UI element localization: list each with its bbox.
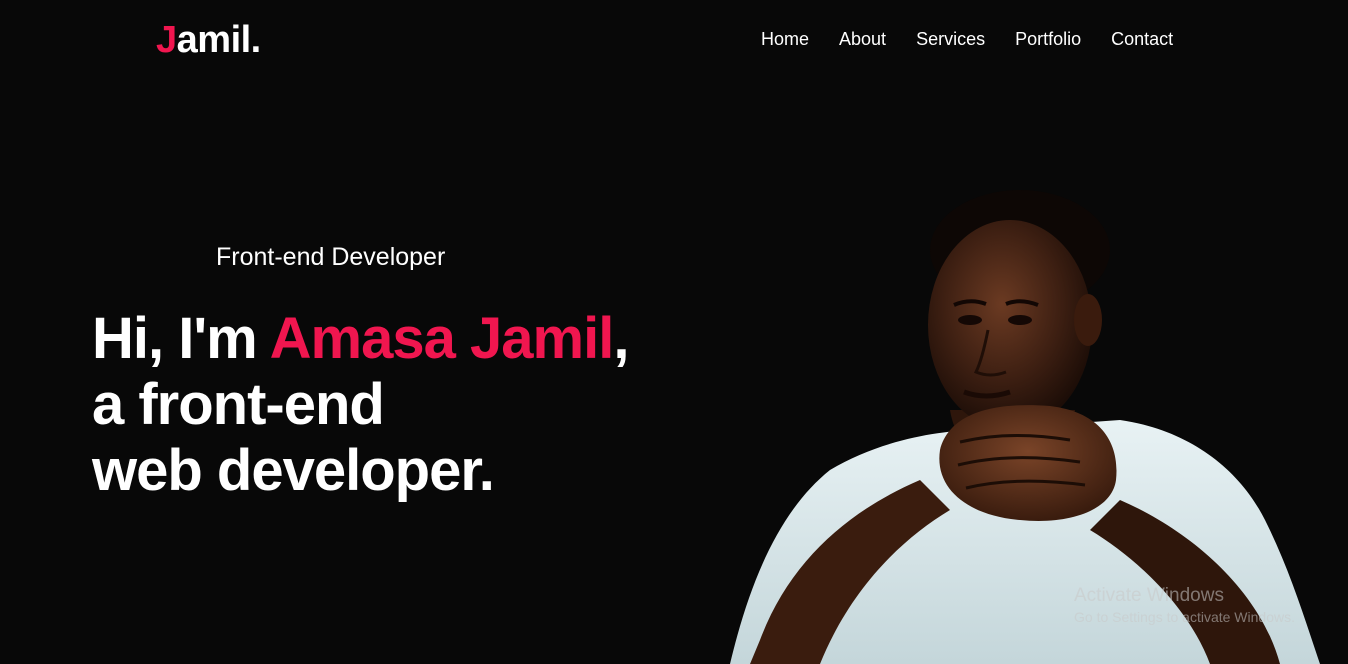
headline-line-3: web developer. — [92, 438, 495, 503]
nav-portfolio-link[interactable]: Portfolio — [1015, 28, 1081, 50]
logo-text: amil. — [176, 19, 262, 61]
nav-about-link[interactable]: About — [839, 28, 886, 50]
headline-prefix: Hi, I'm — [92, 306, 270, 371]
headline-name: Amasa Jamil — [269, 306, 615, 371]
logo-initial: J — [156, 19, 177, 61]
watermark-subtitle: Go to Settings to activate Windows. — [1074, 609, 1295, 625]
site-logo[interactable]: Jamil. — [156, 18, 261, 62]
headline-line-2: a front-end — [92, 372, 385, 437]
activation-watermark: Activate Windows Go to Settings to activ… — [1074, 584, 1295, 626]
watermark-title: Activate Windows — [1074, 585, 1224, 606]
main-nav: Home About Services Portfolio Contact — [761, 28, 1173, 50]
headline-comma: , — [613, 306, 629, 371]
nav-services-link[interactable]: Services — [916, 28, 985, 50]
page: Jamil. Home About Services Portfolio Con… — [0, 0, 1348, 664]
nav-home-link[interactable]: Home — [761, 28, 809, 50]
hero-headline: Hi, I'm Amasa Jamil, a front-end web dev… — [92, 306, 629, 504]
hero-subtitle: Front-end Developer — [216, 243, 446, 271]
nav-contact-link[interactable]: Contact — [1111, 28, 1173, 50]
